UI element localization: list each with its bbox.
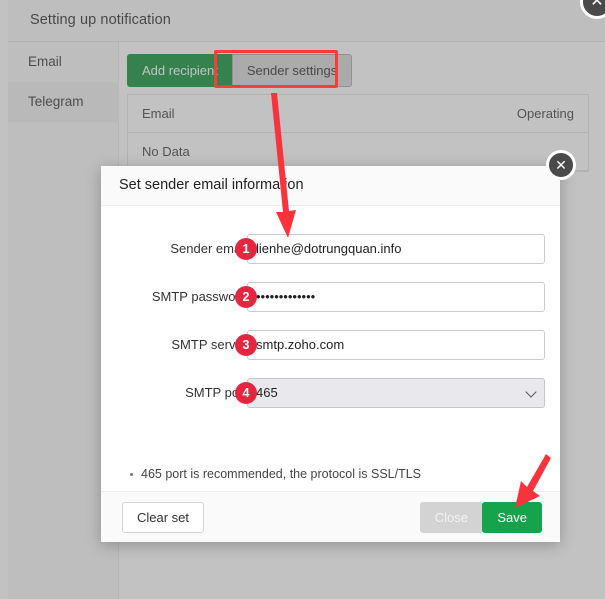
close-button[interactable]: Close	[420, 502, 483, 533]
sender-settings-button[interactable]: Sender settings	[232, 54, 352, 87]
field-smtp-server: SMTP server 3 smtp.zoho.com	[101, 330, 560, 360]
table-header-row: Email Operating	[128, 95, 588, 133]
sender-email-modal: Set sender email information ✕ Sender em…	[101, 166, 560, 542]
modal-header: Set sender email information	[101, 166, 560, 206]
step-badge-1: 1	[235, 238, 257, 260]
field-smtp-port: SMTP port 4 465	[101, 378, 560, 408]
modal-footer: Clear set Close Save	[101, 491, 560, 542]
sidebar-item-telegram[interactable]: Telegram	[8, 82, 119, 122]
toolbar: Add recipientSender settings	[127, 54, 352, 87]
helper-note: 465 port is recommended, the protocol is…	[141, 462, 543, 487]
modal-body: Sender email 1 lienhe@dotrungquan.info S…	[101, 206, 560, 491]
field-label: SMTP port	[87, 378, 247, 408]
add-recipient-button[interactable]: Add recipient	[127, 54, 233, 87]
field-label: Sender email	[87, 234, 247, 264]
field-label: SMTP password	[87, 282, 247, 312]
smtp-server-input[interactable]: smtp.zoho.com	[247, 330, 545, 360]
step-badge-3: 3	[235, 334, 257, 356]
smtp-port-selected-value: 465	[256, 385, 278, 400]
close-icon-glyph: ✕	[583, 0, 605, 16]
sidebar-item-email[interactable]: Email	[8, 42, 119, 82]
page-title: Setting up notification	[30, 12, 171, 28]
step-badge-4: 4	[235, 382, 257, 404]
recipients-table: Email Operating No Data	[127, 94, 589, 172]
column-header-email: Email	[142, 106, 175, 121]
column-header-operating: Operating	[517, 95, 574, 133]
field-sender-email: Sender email 1 lienhe@dotrungquan.info	[101, 234, 560, 264]
chevron-down-icon	[525, 386, 536, 397]
window-titlebar: Setting up notification	[8, 0, 605, 42]
modal-title: Set sender email information	[119, 177, 304, 193]
close-icon-glyph: ✕	[549, 153, 573, 177]
close-circle-icon[interactable]: ✕	[546, 150, 576, 180]
step-badge-2: 2	[235, 286, 257, 308]
empty-state-text: No Data	[142, 144, 190, 159]
sidebar-item-label: Telegram	[28, 94, 84, 109]
smtp-port-select[interactable]: 465	[247, 378, 545, 408]
clear-set-button[interactable]: Clear set	[122, 502, 204, 533]
field-smtp-password: SMTP password 2 •••••••••••••	[101, 282, 560, 312]
field-label: SMTP server	[87, 330, 247, 360]
sidebar-item-label: Email	[28, 54, 62, 69]
sender-email-input[interactable]: lienhe@dotrungquan.info	[247, 234, 545, 264]
smtp-password-input[interactable]: •••••••••••••	[247, 282, 545, 312]
save-button[interactable]: Save	[482, 502, 542, 533]
